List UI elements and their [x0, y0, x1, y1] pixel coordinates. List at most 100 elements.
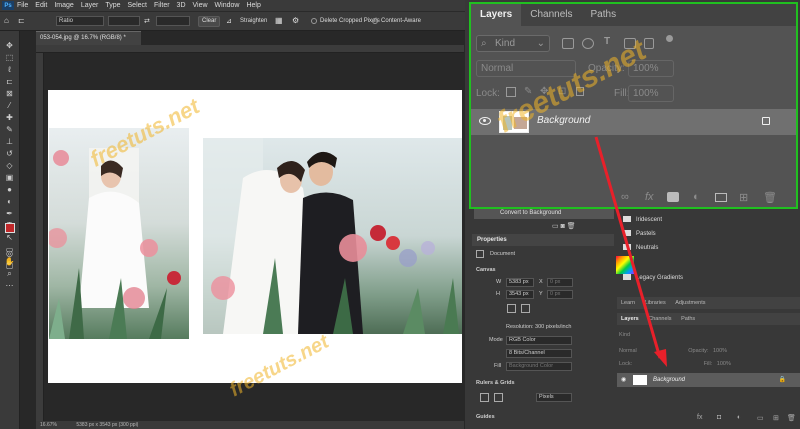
small-adjustment-icon[interactable]: ◐ [737, 414, 741, 421]
small-trash-icon[interactable]: 🗑 [787, 414, 796, 422]
eraser-tool-icon[interactable]: ◇ [4, 161, 15, 170]
clear-button[interactable]: Clear [198, 16, 221, 27]
portrait-orientation-icon[interactable] [507, 304, 516, 313]
blur-tool-icon[interactable]: ● [4, 185, 15, 194]
crop-tool-icon[interactable]: ⊏ [4, 77, 15, 86]
canvas-y-field[interactable]: 0 px [547, 290, 573, 299]
canvas-width-field[interactable]: 5383 px [506, 278, 534, 287]
mask-icon[interactable] [667, 192, 679, 202]
small-fill-value[interactable]: 100% [717, 361, 731, 367]
document-tab[interactable]: 053-054.jpg @ 16.7% (RGB/8) * [36, 31, 141, 45]
small-tab-layers[interactable]: Layers [621, 316, 639, 322]
canvas-x-field[interactable]: 0 px [547, 278, 573, 287]
units-select[interactable]: Pixels [536, 393, 572, 402]
crop-tool-icon[interactable]: ⊏ [18, 16, 25, 25]
lock-icon[interactable] [762, 117, 770, 125]
adjustment-icon[interactable]: ◐ [693, 191, 700, 203]
ratio-width-input[interactable] [108, 16, 140, 26]
stamp-tool-icon[interactable]: ⊥ [4, 137, 15, 146]
folder-icon[interactable] [715, 193, 727, 202]
tab-learn[interactable]: Learn [621, 300, 635, 306]
swap-icon[interactable]: ⇄ [144, 17, 150, 25]
adjustment-filter-icon[interactable] [582, 38, 594, 49]
fx-icon[interactable]: fx [645, 191, 654, 203]
foreground-color-swatch[interactable] [5, 223, 15, 233]
content-aware-checkbox[interactable] [372, 18, 378, 24]
gradient-folder-neutrals[interactable]: Neutrals [623, 243, 658, 254]
gradient-folder-pastels[interactable]: Pastels [623, 229, 656, 240]
menu-3d[interactable]: 3D [177, 2, 186, 9]
move-tool-icon[interactable]: ✥ [4, 41, 15, 50]
gradient-folder-legacy[interactable]: Legacy Gradients [623, 273, 683, 284]
delete-cropped-checkbox[interactable] [311, 18, 317, 24]
gear-icon[interactable]: ⚙ [292, 16, 299, 25]
snapshot-icon[interactable]: ▭ [552, 223, 559, 230]
menu-layer[interactable]: Layer [81, 2, 99, 9]
screen-mode-icon[interactable]: ▢ [4, 261, 15, 270]
tab-libraries[interactable]: Libraries [645, 300, 666, 306]
fill-field[interactable]: 100% [628, 85, 674, 102]
menu-help[interactable]: Help [246, 2, 260, 9]
gradient-folder-iridescent[interactable]: Iridescent [623, 215, 662, 226]
camera-icon[interactable]: ◙ [561, 223, 565, 230]
type-filter-icon[interactable]: T [604, 36, 610, 47]
menu-filter[interactable]: Filter [154, 2, 170, 9]
straighten-icon[interactable]: ⊿ [226, 17, 232, 25]
history-brush-icon[interactable]: ↺ [4, 149, 15, 158]
small-blend-mode[interactable]: Normal [619, 348, 637, 354]
quick-mask-icon[interactable]: ◎ [4, 249, 15, 258]
straighten-label[interactable]: Straighten [240, 18, 267, 24]
tab-adjustments[interactable]: Adjustments [675, 300, 705, 306]
rulers-grids-label[interactable]: Rulers & Grids [476, 380, 515, 386]
small-eye-icon[interactable]: ◉ [621, 373, 626, 387]
menu-type[interactable]: Type [105, 2, 120, 9]
grid-toggle-icon[interactable] [494, 393, 503, 402]
path-select-icon[interactable]: ↖ [4, 233, 15, 242]
eye-icon[interactable] [479, 117, 491, 125]
dodge-tool-icon[interactable]: ◐ [4, 197, 15, 206]
small-kind-select[interactable]: Kind [619, 332, 630, 338]
canvas-section-label[interactable]: Canvas [476, 267, 496, 273]
pen-tool-icon[interactable]: ✒ [4, 209, 15, 218]
small-lock-icon[interactable]: 🔒 [779, 373, 786, 387]
marquee-tool-icon[interactable]: ⬚ [4, 53, 15, 62]
trash-icon[interactable]: 🗑 [763, 191, 777, 204]
ratio-select[interactable]: Ratio [56, 16, 104, 26]
new-layer-icon[interactable]: ⊞ [739, 191, 748, 204]
menu-window[interactable]: Window [215, 2, 240, 9]
grid-overlay-icon[interactable]: ▦ [275, 16, 283, 25]
lock-transparent-icon[interactable] [506, 87, 516, 97]
filter-kind-select[interactable]: ⌕ Kind ⌄ [476, 35, 550, 52]
gradient-swatch[interactable] [616, 256, 634, 274]
menu-file[interactable]: File [17, 2, 28, 9]
pixel-filter-icon[interactable] [562, 38, 574, 49]
small-new-layer-icon[interactable]: ⊞ [773, 414, 779, 422]
ratio-height-input[interactable] [156, 16, 190, 26]
menu-image[interactable]: Image [54, 2, 73, 9]
tab-layers[interactable]: Layers [471, 4, 522, 26]
more-tools-icon[interactable]: ⋯ [4, 281, 15, 290]
link-icon[interactable]: ∞ [621, 191, 629, 203]
history-delete-icon[interactable]: 🗑 [567, 223, 576, 230]
menu-edit[interactable]: Edit [35, 2, 47, 9]
eyedropper-tool-icon[interactable]: ⁄ [4, 101, 15, 110]
small-tab-channels[interactable]: Channels [648, 316, 671, 322]
small-tab-paths[interactable]: Paths [681, 316, 695, 322]
canvas-height-field[interactable]: 3543 px [506, 290, 534, 299]
bit-depth-select[interactable]: 8 Bits/Channel [506, 349, 572, 358]
filter-toggle-icon[interactable] [666, 35, 673, 42]
guides-label[interactable]: Guides [476, 414, 495, 420]
small-fx-icon[interactable]: fx [697, 414, 702, 421]
frame-tool-icon[interactable]: ⊠ [4, 89, 15, 98]
lasso-tool-icon[interactable]: ℓ [4, 65, 15, 74]
landscape-orientation-icon[interactable] [521, 304, 530, 313]
menu-view[interactable]: View [193, 2, 208, 9]
gradient-tool-icon[interactable]: ▣ [4, 173, 15, 182]
home-icon[interactable]: ⌂ [4, 16, 9, 25]
color-mode-select[interactable]: RGB Color [506, 336, 572, 345]
small-folder-icon[interactable]: ▭ [757, 414, 764, 422]
small-mask-icon[interactable]: ◘ [717, 414, 721, 421]
smart-object-filter-icon[interactable] [644, 38, 654, 49]
zoom-level[interactable]: 16.67% [40, 422, 57, 428]
healing-tool-icon[interactable]: ✚ [4, 113, 15, 122]
